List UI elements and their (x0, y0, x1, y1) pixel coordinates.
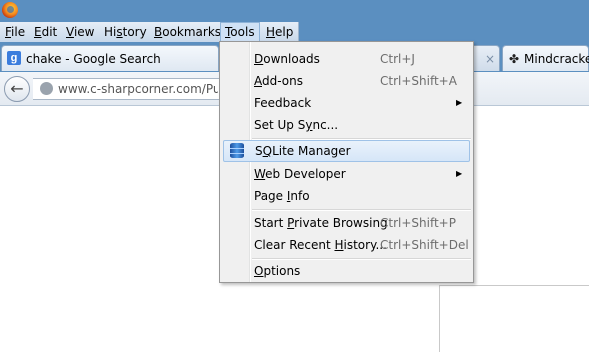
shortcut-label: Ctrl+Shift+Del (380, 238, 469, 252)
shortcut-label: Ctrl+Shift+A (380, 74, 457, 88)
tab-label: chake - Google Search (26, 52, 161, 66)
menu-item-web-developer[interactable]: Web Developer ▶ (220, 163, 473, 185)
submenu-arrow-icon: ▶ (456, 98, 463, 107)
menu-file[interactable]: File (1, 22, 29, 42)
shortcut-label: Ctrl+Shift+P (380, 216, 456, 230)
menu-tools[interactable]: Tools (220, 22, 260, 42)
url-text[interactable]: www.c-sharpcorner.com/Publ (58, 78, 218, 100)
menu-item-label: Page Info (254, 189, 310, 203)
menu-bookmarks[interactable]: Bookmarks (150, 22, 225, 42)
mindcracker-favicon-icon: ✤ (508, 52, 520, 66)
menu-item-label: Downloads (254, 52, 320, 66)
tab-label: Mindcracker (524, 52, 589, 66)
tab-mindcracker[interactable]: ✤ Mindcracker (502, 45, 589, 71)
menu-item-label: Options (254, 264, 301, 278)
menu-item-page-info[interactable]: Page Info (220, 185, 473, 207)
menu-separator (252, 209, 471, 211)
firefox-logo-icon[interactable] (2, 2, 18, 18)
menu-item-clear-history[interactable]: Clear Recent History... Ctrl+Shift+Del (220, 234, 473, 256)
menu-item-addons[interactable]: Add-ons Ctrl+Shift+A (220, 70, 473, 92)
menu-history[interactable]: History (100, 22, 151, 42)
menu-item-feedback[interactable]: Feedback ▶ (220, 92, 473, 114)
database-icon (230, 143, 244, 158)
globe-icon (40, 82, 53, 95)
shortcut-label: Ctrl+J (380, 52, 415, 66)
back-button[interactable]: ← (4, 76, 30, 102)
back-arrow-icon: ← (10, 79, 24, 98)
submenu-arrow-icon: ▶ (456, 169, 463, 178)
menu-item-downloads[interactable]: Downloads Ctrl+J (220, 48, 473, 70)
menu-edit[interactable]: Edit (30, 22, 61, 42)
window-titlebar (0, 0, 589, 22)
menu-item-label: Add-ons (254, 74, 303, 88)
menu-item-sqlite-manager[interactable]: SQLite Manager (223, 140, 470, 162)
menu-item-setup-sync[interactable]: Set Up Sync... (220, 114, 473, 136)
menubar-empty-area (299, 22, 589, 42)
menu-help[interactable]: Help (262, 22, 297, 42)
menu-item-label: SQLite Manager (255, 144, 351, 158)
menu-item-label: Clear Recent History... (254, 238, 387, 252)
menu-item-options[interactable]: Options (220, 260, 473, 282)
menu-item-label: Web Developer (254, 167, 346, 181)
menu-item-label: Feedback (254, 96, 312, 110)
close-tab-icon[interactable]: × (485, 46, 495, 72)
menu-item-private-browsing[interactable]: Start Private Browsing Ctrl+Shift+P (220, 212, 473, 234)
page-content-box (439, 285, 589, 352)
menu-item-label: Start Private Browsing (254, 216, 388, 230)
tools-dropdown-menu: Downloads Ctrl+J Add-ons Ctrl+Shift+A Fe… (219, 41, 474, 283)
menu-item-label: Set Up Sync... (254, 118, 339, 132)
google-favicon-icon: g (7, 51, 21, 65)
tab-google-search[interactable]: g chake - Google Search (1, 45, 219, 71)
menu-view[interactable]: View (62, 22, 98, 42)
